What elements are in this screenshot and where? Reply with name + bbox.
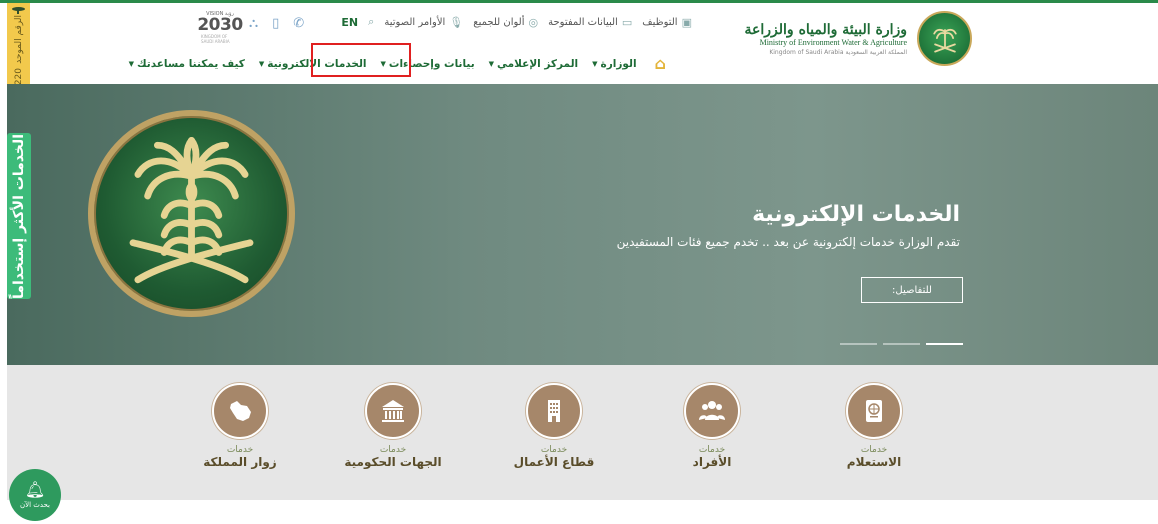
service-business[interactable]: خدمات قطاع الأعمال — [499, 383, 609, 469]
slider-dot-active[interactable] — [926, 343, 963, 345]
chevron-down-icon: ▼ — [592, 59, 598, 68]
services-strip: خدمات الاستعلام خدمات الأفراد خدمات قطاع… — [7, 365, 1158, 500]
passport-icon — [846, 383, 902, 439]
slider-dot[interactable] — [883, 343, 920, 345]
colors-label: ألوان للجميع — [473, 16, 525, 28]
service-label: قطاع الأعمال — [513, 455, 595, 469]
logo-kingdom-text: Kingdom of Saudi Arabia المملكة العربية … — [769, 48, 907, 56]
site-header: وزارة البيئة والمياه والزراعة Ministry o… — [0, 3, 1158, 85]
eye-icon: ◎ — [528, 15, 539, 29]
voice-commands-link[interactable]: 🎙︎ الأوامر الصوتية — [384, 16, 463, 29]
logo-arabic-name: وزارة البيئة والمياه والزراعة — [744, 21, 907, 38]
clock-icon — [12, 7, 25, 14]
palm-swords-emblem-icon — [88, 110, 295, 317]
nav-label: المركز الإعلامي — [497, 57, 579, 70]
chevron-down-icon: ▼ — [488, 59, 495, 68]
service-small-label: خدمات — [540, 445, 568, 455]
service-visitors[interactable]: خدمات زوار المملكة — [185, 383, 295, 469]
hero-title: الخدمات الإلكترونية — [752, 202, 960, 227]
highlight-annotation — [311, 43, 411, 77]
building-icon — [526, 383, 582, 439]
service-government[interactable]: خدمات الجهات الحكومية — [338, 383, 448, 469]
government-icon — [365, 383, 421, 439]
service-inquiry[interactable]: خدمات الاستعلام — [819, 383, 929, 469]
chevron-down-icon: ▼ — [128, 59, 134, 68]
bell-icon: 🔔︎ — [24, 479, 46, 499]
sitemap-icon[interactable]: ⛬ — [249, 16, 258, 31]
slider-dot[interactable] — [840, 343, 877, 345]
palm-swords-emblem-icon — [917, 11, 972, 66]
service-label: الجهات الحكومية — [344, 455, 442, 469]
nav-item-help[interactable]: كيف يمكننا مساعدتك ▼ — [129, 58, 245, 70]
notifications-button[interactable]: 🔔︎ بحدث الآن — [9, 469, 61, 521]
saudi-map-icon — [212, 383, 268, 439]
service-small-label: خدمات — [379, 445, 407, 455]
vision-2030-logo[interactable]: VISION رؤية 2030 KINGDOM OF SAUDI ARABIA — [197, 11, 243, 44]
hotline-label: الرقم الموحد — [13, 15, 24, 64]
service-small-label: خدمات — [698, 445, 726, 455]
jobs-label: التوظيف — [642, 16, 678, 28]
jobs-link[interactable]: ▣ التوظيف — [642, 16, 692, 29]
nav-item-ministry[interactable]: الوزارة ▼ — [592, 58, 636, 70]
language-toggle[interactable]: EN — [341, 16, 358, 29]
nav-label: كيف يمكننا مساعدتك — [136, 57, 245, 70]
search-icon[interactable]: ⌕ — [368, 15, 374, 29]
service-label: الاستعلام — [846, 455, 902, 469]
service-small-label: خدمات — [860, 445, 888, 455]
hero-banner: الخدمات الإلكترونية تقدم الوزارة خدمات إ… — [7, 84, 1158, 365]
nav-label: الوزارة — [600, 57, 637, 70]
most-used-services-tab[interactable]: الخدمات الأكثر إستخداماً — [7, 133, 31, 299]
utility-icons: ⛬ ▯ ✆ — [249, 16, 304, 31]
bell-label: بحدث الآن — [19, 500, 51, 509]
microphone-icon: 🎙︎ — [449, 15, 464, 29]
most-used-services-label: الخدمات الأكثر إستخداماً — [11, 133, 27, 299]
vision-number: 2030 — [197, 15, 243, 35]
phone-icon[interactable]: ✆ — [293, 16, 304, 31]
folder-icon: ▭ — [621, 15, 633, 29]
service-individuals[interactable]: خدمات الأفراد — [657, 383, 767, 469]
open-data-label: البيانات المفتوحة — [548, 16, 618, 28]
users-icon — [684, 383, 740, 439]
service-label: الأفراد — [692, 455, 732, 469]
details-button[interactable]: للتفاصيل: — [861, 277, 963, 303]
hero-subtitle: تقدم الوزارة خدمات إلكترونية عن بعد .. ت… — [616, 235, 960, 249]
utility-bar: ▣ التوظيف ▭ البيانات المفتوحة ◎ ألوان لل… — [341, 15, 692, 29]
nav-item-media-center[interactable]: المركز الإعلامي ▼ — [489, 58, 578, 70]
briefcase-icon: ▣ — [681, 15, 692, 29]
voice-label: الأوامر الصوتية — [384, 16, 446, 28]
chevron-down-icon: ▼ — [258, 59, 265, 68]
slider-dots — [840, 343, 963, 345]
home-icon[interactable]: ⌂ — [655, 54, 666, 73]
logo-english-name: Ministry of Environment Water & Agricult… — [759, 37, 907, 47]
mobile-icon[interactable]: ▯ — [272, 16, 279, 31]
open-data-link[interactable]: ▭ البيانات المفتوحة — [548, 16, 632, 29]
vision-sub-text: KINGDOM OF SAUDI ARABIA — [201, 34, 230, 44]
colors-link[interactable]: ◎ ألوان للجميع — [473, 16, 538, 29]
service-small-label: خدمات — [226, 445, 254, 455]
service-label: زوار المملكة — [203, 455, 277, 469]
ministry-logo[interactable]: وزارة البيئة والمياه والزراعة Ministry o… — [745, 11, 972, 66]
